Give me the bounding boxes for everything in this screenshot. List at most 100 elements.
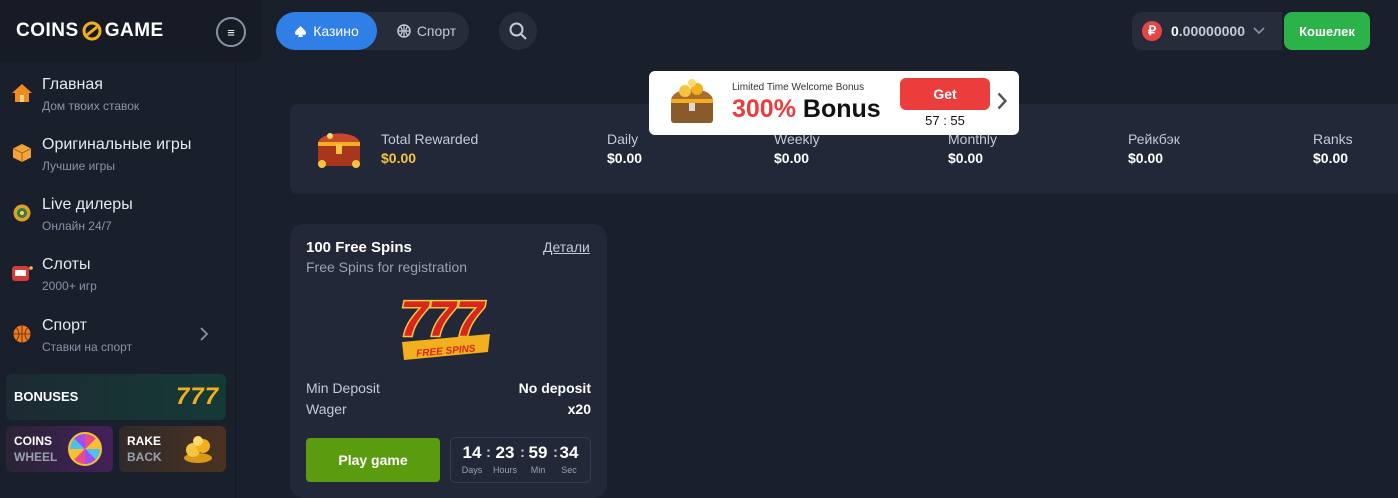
sidebar-item-title: Слоты	[42, 256, 91, 273]
popup-percent: 300%	[732, 95, 796, 123]
countdown-minutes: 59 Min	[524, 443, 552, 475]
stat-value: $0.00	[1128, 150, 1164, 166]
sidebar-item-home[interactable]: Главная Дом твоих ставок	[0, 66, 236, 126]
basketball-icon	[10, 322, 34, 346]
sidebar-item-sport[interactable]: Спорт Ставки на спорт	[0, 307, 236, 367]
sidebar-item-subtitle: Лучшие игры	[42, 159, 115, 173]
stat-value: $0.00	[948, 150, 984, 166]
stat-weekly[interactable]: Weekly $0.00	[774, 131, 820, 166]
roulette-icon	[10, 201, 34, 225]
bonuses-banner[interactable]: BONUSES 777	[6, 374, 226, 420]
rakeback-banner[interactable]: RAKE BACK	[119, 426, 226, 472]
rakeback-line2: BACK	[127, 450, 162, 464]
stat-daily[interactable]: Daily $0.00	[607, 131, 642, 166]
sidebar-item-live-dealers[interactable]: Live дилеры Онлайн 24/7	[0, 186, 236, 246]
countdown-unit: Days	[461, 465, 483, 475]
sidebar: Главная Дом твоих ставок Оригинальные иг…	[0, 62, 236, 498]
bonuses-label: BONUSES	[14, 389, 79, 404]
coins-pile-icon	[184, 436, 212, 463]
countdown-unit: Min	[530, 465, 546, 475]
sidebar-item-subtitle: Ставки на спорт	[42, 340, 133, 354]
logo-text-right: GAME	[104, 20, 164, 41]
treasure-chest-icon	[318, 133, 360, 168]
slot-machine-icon	[10, 261, 34, 285]
coins-wheel-banner[interactable]: COINS WHEEL	[6, 426, 113, 472]
chevron-right-icon[interactable]	[997, 92, 1008, 116]
sidebar-item-originals[interactable]: Оригинальные игры Лучшие игры	[0, 126, 236, 186]
coins-wheel-line1: COINS	[14, 434, 53, 448]
stat-rakeback[interactable]: Рейкбэк $0.00	[1128, 131, 1180, 166]
tab-casino[interactable]: Казино	[276, 12, 377, 50]
chevron-right-icon	[200, 327, 209, 346]
countdown-seconds: 34 Sec	[555, 443, 583, 475]
sidebar-item-title: Спорт	[42, 317, 87, 334]
popup-headline: 300% Bonus	[732, 95, 881, 124]
get-bonus-button[interactable]: Get	[900, 78, 990, 110]
search-icon	[509, 22, 527, 40]
menu-button[interactable]: ≡	[216, 17, 246, 47]
min-deposit-label: Min Deposit	[306, 380, 380, 396]
bonuses-777-graphic: 777	[176, 383, 220, 410]
sidebar-item-slots[interactable]: Слоты 2000+ игр	[0, 246, 236, 306]
countdown-number: 23	[495, 443, 515, 462]
stat-ranks[interactable]: Ranks $0.00	[1313, 131, 1353, 166]
cube-icon	[10, 141, 34, 165]
card-title: 100 Free Spins	[306, 239, 412, 256]
site-logo[interactable]: COINS GAME	[16, 20, 164, 42]
stat-label: Рейкбэк	[1128, 131, 1180, 147]
balance-amount: 0.00000000	[1171, 23, 1245, 39]
basketball-icon	[397, 24, 411, 38]
wallet-button[interactable]: Кошелек	[1284, 12, 1370, 50]
popup-countdown: 57 : 55	[925, 113, 965, 128]
sidebar-item-subtitle: Дом твоих ставок	[42, 99, 140, 113]
offer-countdown: 14 Days : 23 Hours : 59 Min : 34 Sec	[450, 437, 591, 483]
countdown-number: 34	[559, 443, 579, 462]
countdown-unit: Sec	[561, 465, 577, 475]
sidebar-item-subtitle: 2000+ игр	[42, 279, 97, 293]
balance-int: 0	[1171, 23, 1179, 39]
stat-value: $0.00	[1313, 150, 1349, 166]
details-link[interactable]: Детали	[543, 239, 590, 255]
seven-seven-seven-icon: 777 FREE SPINS	[399, 290, 490, 360]
logo-text-left: COINS	[16, 20, 79, 41]
rakeback-line1: RAKE	[127, 434, 162, 448]
stat-label: Total Rewarded	[381, 131, 479, 147]
popup-timer-min: 57	[925, 113, 940, 128]
home-icon	[10, 81, 34, 105]
tab-sport-label: Спорт	[416, 23, 457, 39]
stat-label: Daily	[607, 131, 639, 147]
sidebar-item-title: Live дилеры	[42, 196, 133, 213]
free-spins-card: 100 Free Spins Free Spins for registrati…	[290, 224, 607, 498]
card-subtitle: Free Spins for registration	[306, 259, 468, 275]
wager-label: Wager	[306, 401, 347, 417]
countdown-unit: Hours	[492, 465, 517, 475]
stat-value: $0.00	[774, 150, 810, 166]
stat-value: $0.00	[607, 150, 643, 166]
balance-selector[interactable]: ₽ 0.00000000	[1132, 12, 1282, 50]
countdown-number: 14	[462, 443, 482, 462]
popup-timer-sec: 55	[950, 113, 965, 128]
stat-monthly[interactable]: Monthly $0.00	[948, 131, 997, 166]
welcome-bonus-popup[interactable]: Limited Time Welcome Bonus 300% Bonus Ge…	[649, 71, 1019, 135]
stat-total-rewarded: Total Rewarded $0.00	[381, 131, 478, 166]
balance-dec: .00000000	[1178, 23, 1245, 39]
search-button[interactable]	[499, 12, 537, 50]
tab-sport[interactable]: Спорт	[384, 12, 469, 50]
coins-wheel-line2: WHEEL	[14, 450, 58, 464]
fortune-wheel-icon	[68, 432, 102, 466]
sidebar-item-title: Главная	[42, 76, 103, 93]
countdown-number: 59	[528, 443, 548, 462]
play-game-button[interactable]: Play game	[306, 438, 440, 482]
countdown-hours: 23 Hours	[491, 443, 519, 475]
popup-bonus-word: Bonus	[802, 95, 881, 123]
ruble-icon: ₽	[1142, 21, 1162, 41]
tab-casino-label: Казино	[313, 23, 359, 39]
sidebar-item-title: Оригинальные игры	[42, 136, 192, 153]
countdown-days: 14 Days	[458, 443, 486, 475]
popup-caption: Limited Time Welcome Bonus	[732, 82, 865, 93]
top-header: COINS GAME ≡ Казино Спорт ₽ 0.00000000 К…	[0, 0, 1398, 62]
chevron-down-icon	[1253, 27, 1265, 35]
min-deposit-value: No deposit	[518, 380, 591, 396]
treasure-chest-icon	[671, 79, 713, 123]
stat-label: Ranks	[1313, 131, 1353, 147]
